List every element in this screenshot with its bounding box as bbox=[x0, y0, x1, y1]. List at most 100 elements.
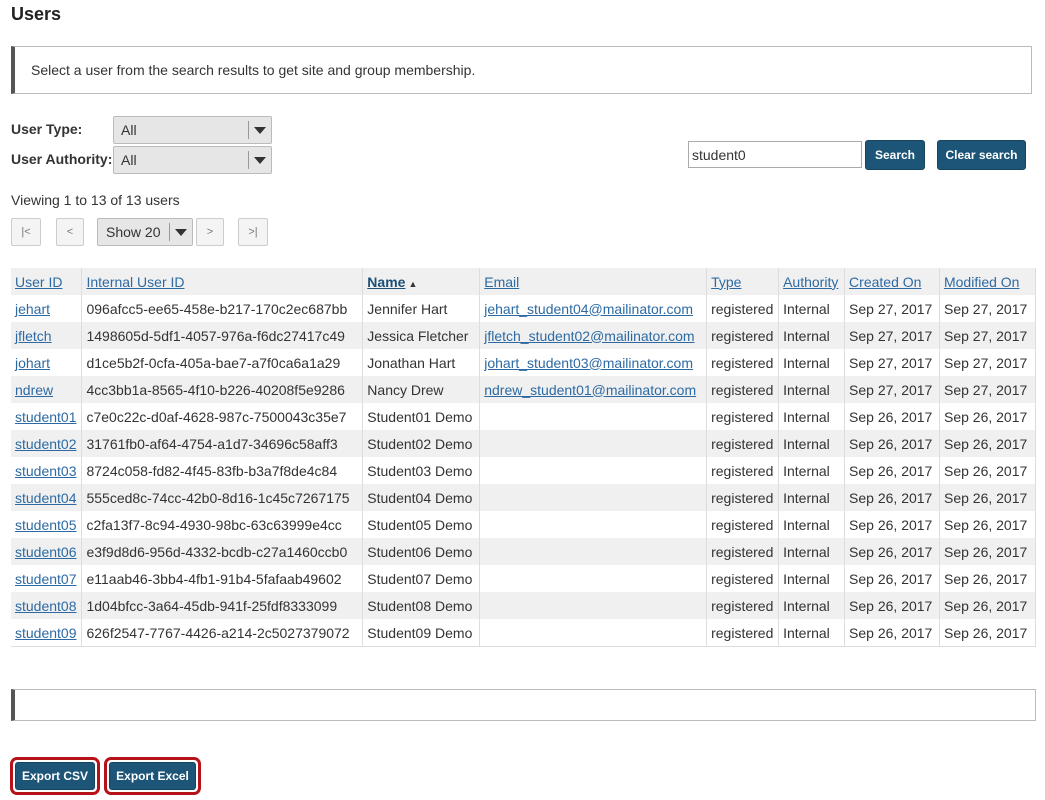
cell-user-id: johart bbox=[11, 349, 83, 376]
cell-email bbox=[479, 457, 708, 484]
col-header-type[interactable]: Type bbox=[706, 268, 780, 295]
cell-modified-on: Sep 26, 2017 bbox=[939, 565, 1037, 592]
next-page-button[interactable]: > bbox=[196, 218, 224, 246]
table-row[interactable]: student02 31761fb0-af64-4754-a1d7-34696c5… bbox=[11, 430, 1037, 457]
col-header-authority[interactable]: Authority bbox=[778, 268, 846, 295]
col-header-name-link[interactable]: Name bbox=[367, 274, 405, 290]
page-size-select[interactable]: Show 20 bbox=[97, 218, 193, 246]
cell-internal-user-id: 1d04bfcc-3a64-45db-941f-25fdf8333099 bbox=[81, 592, 364, 619]
table-row[interactable]: student04 555ced8c-74cc-42b0-8d16-1c45c72… bbox=[11, 484, 1037, 511]
cell-user-id: jehart bbox=[11, 295, 83, 322]
cell-name: Student09 Demo bbox=[362, 619, 481, 647]
table-row[interactable]: student03 8724c058-fd82-4f45-83fb-b3a7f8d… bbox=[11, 457, 1037, 484]
cell-email-link[interactable]: ndrew_student01@mailinator.com bbox=[484, 382, 696, 398]
cell-user-id-link[interactable]: student09 bbox=[15, 625, 77, 641]
cell-authority: Internal bbox=[778, 538, 846, 565]
cell-name: Student03 Demo bbox=[362, 457, 481, 484]
col-header-email[interactable]: Email bbox=[479, 268, 708, 295]
cell-user-id-link[interactable]: jfletch bbox=[15, 328, 52, 344]
cell-user-id-link[interactable]: student03 bbox=[15, 463, 77, 479]
viewing-count: Viewing 1 to 13 of 13 users bbox=[11, 192, 180, 208]
cell-internal-user-id: c7e0c22c-d0af-4628-987c-7500043c35e7 bbox=[81, 403, 364, 430]
cell-created-on: Sep 26, 2017 bbox=[844, 403, 940, 430]
cell-email-link[interactable]: jehart_student04@mailinator.com bbox=[484, 301, 693, 317]
col-header-user-id-link[interactable]: User ID bbox=[15, 274, 62, 290]
user-type-select[interactable]: All bbox=[113, 116, 272, 144]
cell-user-id-link[interactable]: student01 bbox=[15, 409, 77, 425]
export-csv-button[interactable]: Export CSV bbox=[15, 762, 95, 790]
cell-type: registered bbox=[706, 322, 780, 349]
cell-user-id: student08 bbox=[11, 592, 83, 619]
cell-user-id-link[interactable]: student07 bbox=[15, 571, 77, 587]
col-header-modified-on-link[interactable]: Modified On bbox=[944, 274, 1019, 290]
page-size-value: Show 20 bbox=[106, 224, 161, 240]
col-header-authority-link[interactable]: Authority bbox=[783, 274, 838, 290]
table-row[interactable]: jfletch 1498605d-5df1-4057-976a-f6dc27417… bbox=[11, 322, 1037, 349]
cell-type: registered bbox=[706, 430, 780, 457]
table-row[interactable]: student07 e11aab46-3bb4-4fb1-91b4-5fafaab… bbox=[11, 565, 1037, 592]
cell-modified-on: Sep 26, 2017 bbox=[939, 430, 1037, 457]
user-authority-value: All bbox=[121, 152, 137, 168]
user-authority-select[interactable]: All bbox=[113, 146, 272, 174]
prev-page-button[interactable]: < bbox=[56, 218, 84, 246]
cell-user-id-link[interactable]: student08 bbox=[15, 598, 77, 614]
cell-internal-user-id: e3f9d8d6-956d-4332-bcdb-c27a1460ccb0 bbox=[81, 538, 364, 565]
col-header-created-on-link[interactable]: Created On bbox=[849, 274, 921, 290]
table-row[interactable]: student01 c7e0c22c-d0af-4628-987c-7500043… bbox=[11, 403, 1037, 430]
cell-authority: Internal bbox=[778, 322, 846, 349]
cell-user-id-link[interactable]: johart bbox=[15, 355, 50, 371]
cell-internal-user-id: 555ced8c-74cc-42b0-8d16-1c45c7267175 bbox=[81, 484, 364, 511]
col-header-modified-on[interactable]: Modified On bbox=[939, 268, 1037, 295]
cell-user-id-link[interactable]: ndrew bbox=[15, 382, 53, 398]
first-page-button[interactable]: |< bbox=[11, 218, 41, 246]
col-header-email-link[interactable]: Email bbox=[484, 274, 519, 290]
cell-created-on: Sep 26, 2017 bbox=[844, 538, 940, 565]
cell-authority: Internal bbox=[778, 457, 846, 484]
info-message: Select a user from the search results to… bbox=[31, 62, 476, 78]
cell-email bbox=[479, 619, 708, 647]
table-row[interactable]: jehart 096afcc5-ee65-458e-b217-170c2ec687… bbox=[11, 295, 1037, 322]
cell-name: Nancy Drew bbox=[362, 376, 481, 403]
table-row[interactable]: student08 1d04bfcc-3a64-45db-941f-25fdf83… bbox=[11, 592, 1037, 619]
clear-search-button[interactable]: Clear search bbox=[937, 140, 1026, 170]
cell-user-id-link[interactable]: jehart bbox=[15, 301, 50, 317]
search-button[interactable]: Search bbox=[865, 140, 925, 170]
cell-name: Student02 Demo bbox=[362, 430, 481, 457]
cell-user-id-link[interactable]: student04 bbox=[15, 490, 77, 506]
col-header-internal-user-id[interactable]: Internal User ID bbox=[81, 268, 364, 295]
col-header-name[interactable]: Name ▲ bbox=[362, 268, 481, 295]
col-header-created-on[interactable]: Created On bbox=[844, 268, 940, 295]
export-csv-highlight: Export CSV bbox=[10, 757, 100, 795]
cell-email bbox=[479, 592, 708, 619]
chevron-down-icon bbox=[248, 151, 271, 169]
table-row[interactable]: ndrew 4cc3bb1a-8565-4f10-b226-40208f5e928… bbox=[11, 376, 1037, 403]
table-row[interactable]: student06 e3f9d8d6-956d-4332-bcdb-c27a146… bbox=[11, 538, 1037, 565]
cell-email-link[interactable]: jfletch_student02@mailinator.com bbox=[484, 328, 694, 344]
cell-authority: Internal bbox=[778, 403, 846, 430]
export-excel-button[interactable]: Export Excel bbox=[109, 762, 196, 790]
cell-created-on: Sep 26, 2017 bbox=[844, 565, 940, 592]
cell-user-id: student09 bbox=[11, 619, 83, 647]
cell-type: registered bbox=[706, 511, 780, 538]
cell-email-link[interactable]: johart_student03@mailinator.com bbox=[484, 355, 693, 371]
user-type-value: All bbox=[121, 122, 137, 138]
col-header-internal-user-id-link[interactable]: Internal User ID bbox=[86, 274, 184, 290]
cell-user-id: student06 bbox=[11, 538, 83, 565]
cell-modified-on: Sep 26, 2017 bbox=[939, 538, 1037, 565]
cell-internal-user-id: 1498605d-5df1-4057-976a-f6dc27417c49 bbox=[81, 322, 364, 349]
cell-modified-on: Sep 26, 2017 bbox=[939, 592, 1037, 619]
cell-user-id-link[interactable]: student02 bbox=[15, 436, 77, 452]
search-input[interactable] bbox=[688, 141, 862, 168]
cell-user-id-link[interactable]: student05 bbox=[15, 517, 77, 533]
cell-authority: Internal bbox=[778, 619, 846, 647]
table-row[interactable]: student09 626f2547-7767-4426-a214-2c50273… bbox=[11, 619, 1037, 647]
table-row[interactable]: johart d1ce5b2f-0cfa-405a-bae7-a7f0ca6a1a… bbox=[11, 349, 1037, 376]
cell-user-id-link[interactable]: student06 bbox=[15, 544, 77, 560]
cell-email: johart_student03@mailinator.com bbox=[479, 349, 708, 376]
table-row[interactable]: student05 c2fa13f7-8c94-4930-98bc-63c6399… bbox=[11, 511, 1037, 538]
col-header-user-id[interactable]: User ID bbox=[11, 268, 83, 295]
last-page-button[interactable]: >| bbox=[238, 218, 268, 246]
page-title: Users bbox=[11, 4, 62, 24]
col-header-type-link[interactable]: Type bbox=[711, 274, 741, 290]
cell-created-on: Sep 26, 2017 bbox=[844, 457, 940, 484]
